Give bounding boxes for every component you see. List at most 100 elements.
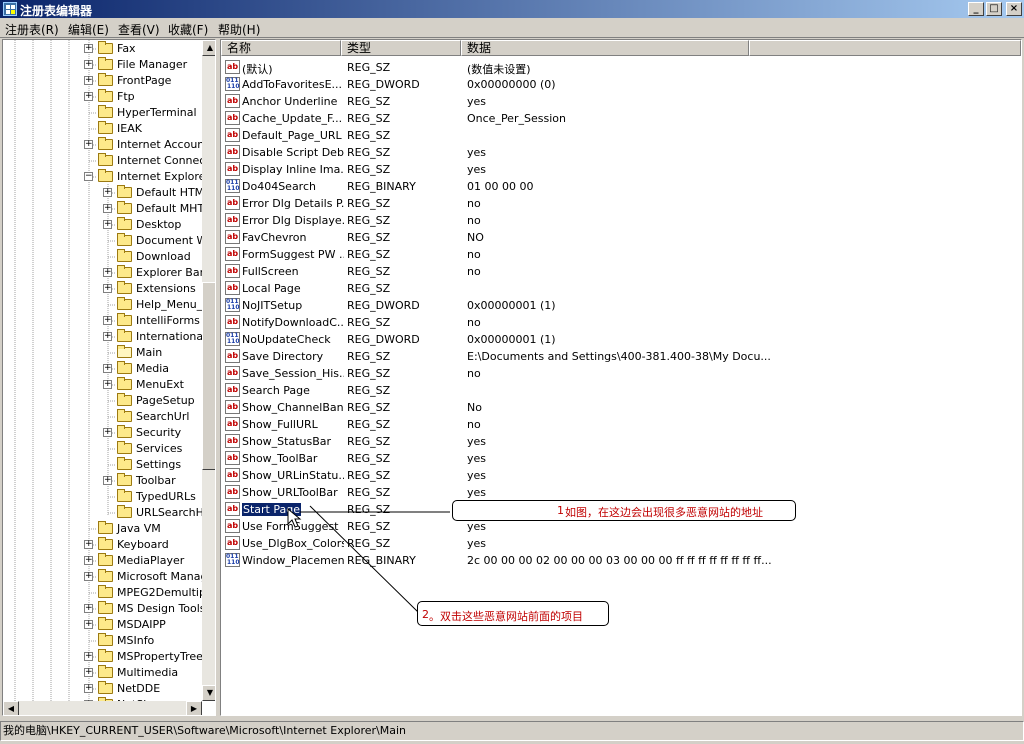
column-header-name[interactable]: 名称 [221,40,341,56]
value-row[interactable]: FullScreen REG_SZ no [221,263,1021,280]
scroll-up-button[interactable]: ▲ [202,40,215,56]
tree-node-label[interactable]: Internet Connect [117,154,210,167]
expand-icon[interactable]: + [103,204,112,213]
value-row[interactable]: NoJITSetup REG_DWORD 0x00000001 (1) [221,297,1021,314]
tree-node-label[interactable]: Internet Account [117,138,209,151]
expand-icon[interactable]: + [84,620,93,629]
expand-icon[interactable]: + [84,652,93,661]
value-row[interactable]: Search Page REG_SZ [221,382,1021,399]
value-row[interactable]: (默认) REG_SZ (数值未设置) [221,59,1021,76]
value-row[interactable]: Show_URLinStatu...REG_SZ yes [221,467,1021,484]
tree-node-label[interactable]: File Manager [117,58,187,71]
expand-icon[interactable]: + [103,268,112,277]
expand-icon[interactable]: + [84,556,93,565]
menu-edit[interactable]: 编辑(E) [68,21,109,38]
value-row[interactable]: Show_FullURL REG_SZ no [221,416,1021,433]
tree-node-label[interactable]: Internet Explorer [117,170,210,183]
value-row[interactable]: Show_ToolBar REG_SZ yes [221,450,1021,467]
tree-node-label[interactable]: Document W [136,234,207,247]
tree-node-label[interactable]: Explorer Bars [136,266,210,279]
tree-node-label[interactable]: Multimedia [117,666,178,679]
restore-button[interactable]: □ [986,2,1002,16]
tree-node-label[interactable]: Settings [136,458,181,471]
tree-node-label[interactable]: PageSetup [136,394,195,407]
value-row[interactable]: FormSuggest PW ...REG_SZ no [221,246,1021,263]
menu-registry[interactable]: 注册表(R) [5,21,59,38]
tree-node-label[interactable]: URLSearchHo [136,506,211,519]
expand-icon[interactable]: + [103,380,112,389]
tree-node-label[interactable]: MSPropertyTree [117,650,203,663]
tree-node-label[interactable]: Default HTML [136,186,210,199]
tree-horizontal-scrollbar[interactable]: ◀ ▶ [3,701,202,715]
tree-node-label[interactable]: Desktop [136,218,181,231]
tree-node-label[interactable]: Extensions [136,282,196,295]
menu-favorites[interactable]: 收藏(F) [168,21,208,38]
registry-tree[interactable]: + Fax + File Manager + FrontPage + Ftp HyperTerm… [2,39,216,716]
tree-node-label[interactable]: Help_Menu_U [136,298,210,311]
value-row[interactable]: Save Directory REG_SZ E:\Documents and Set… [221,348,1021,365]
tree-node-label[interactable]: MS Design Tools [117,602,206,615]
value-row[interactable]: Anchor Underline REG_SZ yes [221,93,1021,110]
menu-help[interactable]: 帮助(H) [218,21,260,38]
expand-icon[interactable]: + [84,572,93,581]
expand-icon[interactable]: + [103,188,112,197]
value-row[interactable]: Default_Page_URL REG_SZ [221,127,1021,144]
tree-node-label[interactable]: Security [136,426,181,439]
scroll-down-button[interactable]: ▼ [202,685,215,701]
tree-vertical-scrollbar[interactable]: ▲ ▼ [202,40,215,701]
value-row[interactable]: Cache_Update_F... REG_SZ Once_Per_Session [221,110,1021,127]
expand-icon[interactable]: + [103,284,112,293]
scroll-right-button[interactable]: ▶ [186,701,202,715]
expand-icon[interactable]: + [84,76,93,85]
expand-icon[interactable]: + [84,44,93,53]
tree-node-label[interactable]: FrontPage [117,74,171,87]
value-row[interactable]: FavChevron REG_SZ NO [221,229,1021,246]
value-row[interactable]: Show_ChannelBandREG_SZ No [221,399,1021,416]
value-row[interactable]: Error Dlg Details P...REG_SZ no [221,195,1021,212]
value-row[interactable]: Error Dlg Displaye...REG_SZ no [221,212,1021,229]
menu-view[interactable]: 查看(V) [118,21,160,38]
scroll-left-button[interactable]: ◀ [3,701,19,715]
value-row[interactable]: Show_URLToolBar REG_SZ yes [221,484,1021,501]
expand-icon[interactable]: + [84,668,93,677]
value-row[interactable]: Window_PlacementREG_BINARY 2c 00 00 00 02… [221,552,1021,569]
tree-node-label[interactable]: Download [136,250,191,263]
tree-node-label[interactable]: International [136,330,206,343]
close-button[interactable]: × [1006,2,1022,16]
expand-icon[interactable]: + [84,540,93,549]
values-list[interactable]: 名称 类型 数据 (默认)REG_SZ(数值未设置)AddToFavorites… [220,39,1022,716]
tree-node-label[interactable]: Microsoft Manag [117,570,207,583]
value-row[interactable]: Use_DlgBox_ColorsREG_SZ yes [221,535,1021,552]
expand-icon[interactable]: + [103,332,112,341]
expand-icon[interactable]: + [103,364,112,373]
expand-icon[interactable]: + [103,316,112,325]
tree-node-label[interactable]: IntelliForms [136,314,200,327]
tree-node-label[interactable]: SearchUrl [136,410,189,423]
value-row[interactable]: Local Page REG_SZ [221,280,1021,297]
scroll-thumb[interactable] [202,282,215,470]
expand-icon[interactable]: + [84,92,93,101]
value-row[interactable]: Show_StatusBar REG_SZ yes [221,433,1021,450]
expand-icon[interactable]: + [84,140,93,149]
tree-node-label[interactable]: TypedURLs [136,490,196,503]
expand-icon[interactable]: + [103,428,112,437]
expand-icon[interactable]: + [84,60,93,69]
value-row[interactable]: AddToFavoritesE... REG_DWORD 0x00000000 (0… [221,76,1021,93]
expand-icon[interactable]: + [84,684,93,693]
tree-node-label[interactable]: Main [136,346,162,359]
tree-node-label[interactable]: MediaPlayer [117,554,184,567]
tree-node-label[interactable]: HyperTerminal [117,106,197,119]
tree-node-label[interactable]: Media [136,362,169,375]
value-row[interactable]: NoUpdateCheck REG_DWORD 0x00000001 (1) [221,331,1021,348]
tree-node-label[interactable]: MSDAIPP [117,618,166,631]
tree-node-label[interactable]: Keyboard [117,538,169,551]
tree-node-label[interactable]: Fax [117,42,136,55]
tree-node-label[interactable]: NetDDE [117,682,160,695]
collapse-icon[interactable]: − [84,172,93,181]
minimize-button[interactable]: _ [968,2,984,16]
tree-node-label[interactable]: Toolbar [136,474,176,487]
tree-node-label[interactable]: Ftp [117,90,135,103]
tree-node-label[interactable]: Services [136,442,182,455]
tree-node-label[interactable]: IEAK [117,122,142,135]
column-header-data[interactable]: 数据 [461,40,749,56]
